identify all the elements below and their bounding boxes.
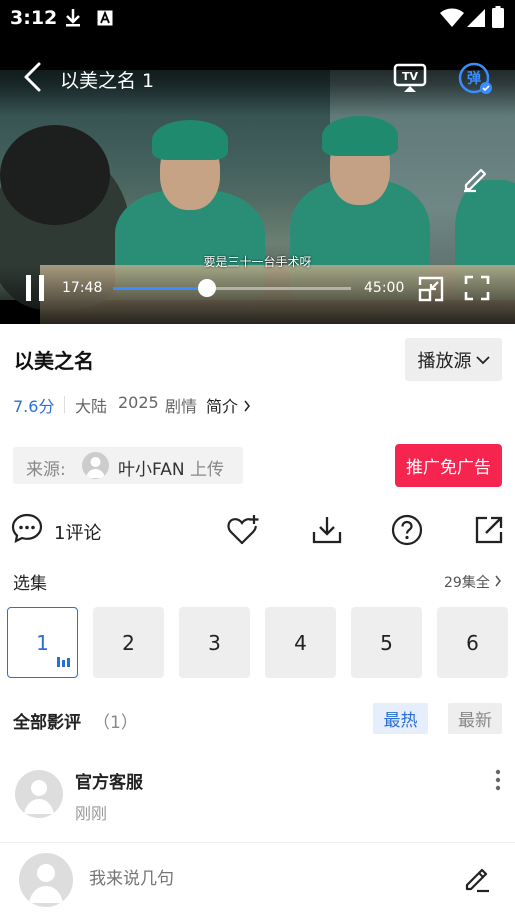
status-bar: 3:12 <box>0 0 515 36</box>
episodes-label: 选集 <box>13 574 47 594</box>
signal-icon <box>466 8 486 32</box>
review-author[interactable]: 官方客服 <box>75 768 143 793</box>
uploader-name: 叶小FAN <box>118 460 185 480</box>
video-subtitle: 要是三十一台手术呀 <box>203 255 312 269</box>
episode-number: 5 <box>380 630 393 655</box>
uploader-avatar <box>82 452 109 479</box>
avatar <box>19 853 73 907</box>
share-icon[interactable] <box>473 514 509 550</box>
chevron-right-icon <box>494 575 502 591</box>
intro-link[interactable]: 简介 <box>206 393 251 417</box>
uploader-label: 来源: <box>26 460 66 480</box>
comment-count[interactable]: 1评论 <box>54 519 101 545</box>
status-time: 3:12 <box>10 7 58 29</box>
sort-new-tab[interactable]: 最新 <box>448 703 502 734</box>
episode-number: 2 <box>122 630 135 655</box>
rating: 7.6分 <box>13 397 55 416</box>
comment-icon[interactable] <box>11 512 47 548</box>
current-time: 17:48 <box>62 280 103 296</box>
genre: 剧情 <box>165 397 198 416</box>
favorite-icon[interactable] <box>227 514 263 550</box>
sort-hot-tab[interactable]: 最热 <box>373 703 428 734</box>
avatar[interactable] <box>15 770 63 818</box>
year: 2025 <box>118 393 159 412</box>
download-icon <box>64 8 82 32</box>
episode-number: 6 <box>466 630 479 655</box>
episode-item[interactable]: 6 <box>437 607 508 678</box>
episode-number: 3 <box>208 630 221 655</box>
episode-item[interactable]: 2 <box>93 607 164 678</box>
danmaku-icon[interactable]: 弹 <box>458 62 494 100</box>
fullscreen-icon[interactable] <box>464 275 490 305</box>
edit-danmaku-icon[interactable] <box>461 163 491 197</box>
meta-divider <box>64 396 65 413</box>
more-vertical-icon[interactable] <box>494 769 502 795</box>
progress-track[interactable] <box>113 287 351 290</box>
episodes-total-link[interactable]: 29集全 <box>444 572 502 592</box>
edit-pencil-icon[interactable] <box>463 865 491 897</box>
episode-item[interactable]: 5 <box>351 607 422 678</box>
svg-text:弹: 弹 <box>467 70 481 87</box>
review-time: 刚刚 <box>75 804 108 823</box>
chevron-down-icon <box>475 349 490 370</box>
video-title: 以美之名 1 <box>60 70 155 92</box>
source-button-label: 播放源 <box>417 350 472 372</box>
promo-no-ads-button[interactable]: 推广免广告 <box>395 444 502 487</box>
episode-item[interactable]: 1 <box>7 607 78 678</box>
help-icon[interactable] <box>391 514 427 550</box>
episode-number: 4 <box>294 630 307 655</box>
reviews-label: 全部影评 <box>13 713 81 733</box>
comment-composer <box>0 842 515 917</box>
chevron-right-icon <box>243 397 251 416</box>
source-select-button[interactable]: 播放源 <box>405 338 502 381</box>
region: 大陆 <box>75 397 108 416</box>
back-icon[interactable] <box>22 62 44 96</box>
cast-tv-icon[interactable]: TV <box>393 63 427 97</box>
show-title: 以美之名 <box>14 349 94 373</box>
a-box-icon <box>97 10 113 30</box>
episode-item[interactable]: 4 <box>265 607 336 678</box>
mini-window-icon[interactable] <box>417 275 445 307</box>
comment-input[interactable] <box>89 869 429 889</box>
episodes-total-label: 29集全 <box>444 575 490 591</box>
reviews-count: （1） <box>93 713 138 733</box>
wifi-icon <box>440 8 464 32</box>
video-player[interactable]: 要是三十一台手术呀 以美之名 1 TV 弹 17:48 45:00 <box>0 36 515 324</box>
pause-icon[interactable] <box>24 274 48 306</box>
uploader-chip[interactable]: 来源: 叶小FAN 上传 <box>13 447 243 484</box>
intro-link-label: 简介 <box>206 397 239 416</box>
svg-text:TV: TV <box>402 70 419 83</box>
download-video-icon[interactable] <box>311 514 347 550</box>
duration: 45:00 <box>364 280 405 296</box>
episode-number: 1 <box>36 630 49 655</box>
playing-bars-icon <box>57 648 71 672</box>
episode-item[interactable]: 3 <box>179 607 250 678</box>
uploader-suffix: 上传 <box>189 460 224 480</box>
battery-icon <box>492 6 504 32</box>
